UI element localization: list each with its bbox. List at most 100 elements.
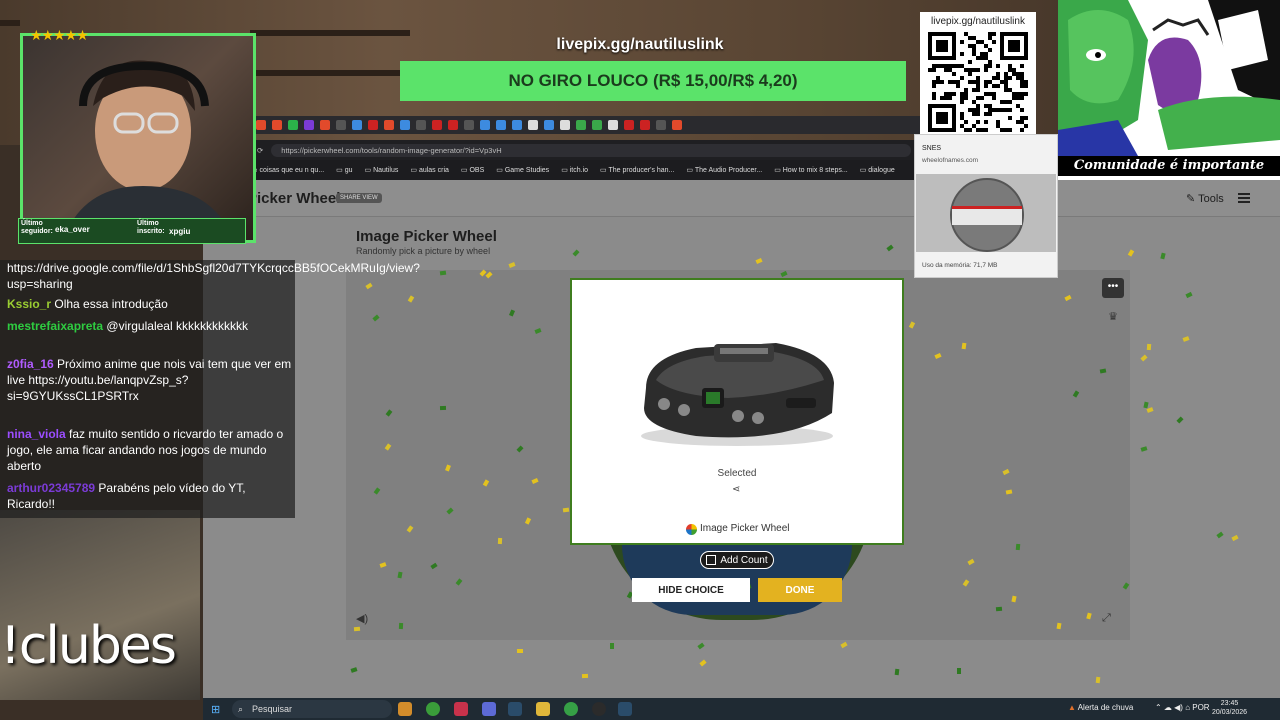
- bookmark-item[interactable]: ▭ The producer's han...: [600, 166, 674, 174]
- browser-tab[interactable]: [416, 120, 426, 130]
- browser-tab[interactable]: [432, 120, 442, 130]
- browser-tab[interactable]: [400, 120, 410, 130]
- chrome-icon[interactable]: [426, 702, 440, 716]
- browser-tab[interactable]: [512, 120, 522, 130]
- browser-tab[interactable]: [576, 120, 586, 130]
- browser-tab[interactable]: [336, 120, 346, 130]
- follower-box: Último seguidor: eka_over Último inscrit…: [18, 218, 246, 244]
- browser-tab[interactable]: [592, 120, 602, 130]
- url-field[interactable]: https://pickerwheel.com/tools/random-ima…: [271, 143, 912, 157]
- done-button[interactable]: DONE: [758, 578, 842, 602]
- tools-label: Tools: [1198, 193, 1224, 205]
- tray-icons[interactable]: ⌃ ☁ ◀) ⌂: [1155, 703, 1192, 712]
- taskview-icon[interactable]: [398, 702, 412, 716]
- browser-tab[interactable]: [528, 120, 538, 130]
- browser-tab[interactable]: [320, 120, 330, 130]
- confetti-piece: [956, 668, 961, 675]
- trophy-icon[interactable]: ♛: [1102, 307, 1124, 327]
- browser-tab[interactable]: [448, 120, 458, 130]
- chat-message: Kssio_r Olha essa introdução: [7, 296, 292, 312]
- last-sub-name: xpgiu: [169, 227, 191, 236]
- browser-tab[interactable]: [480, 120, 490, 130]
- chat-text: @virgulaleal kkkkkkkkkkkk: [106, 319, 248, 333]
- address-bar[interactable]: ⟳ https://pickerwheel.com/tools/random-i…: [247, 140, 917, 160]
- hide-choice-button[interactable]: HIDE CHOICE: [632, 578, 750, 602]
- checkbox-icon[interactable]: [706, 555, 717, 565]
- chat-username: nina_viola: [7, 427, 66, 441]
- chat-message: arthur02345789 Parabéns pelo vídeo do YT…: [7, 480, 292, 512]
- browser-tab[interactable]: [256, 120, 266, 130]
- browser-tab[interactable]: [384, 120, 394, 130]
- selected-image-n64-console: [641, 343, 834, 446]
- popup-title: SNES: [922, 145, 942, 152]
- browser-tab[interactable]: [288, 120, 298, 130]
- discord-icon[interactable]: [482, 702, 496, 716]
- giro-banner: NO GIRO LOUCO (R$ 15,00/R$ 4,20): [400, 61, 906, 101]
- site-logo[interactable]: Picker Wheel: [247, 190, 340, 207]
- warning-icon: ▲: [1068, 703, 1078, 712]
- hamburger-menu-icon[interactable]: [1238, 193, 1250, 203]
- browser-tab[interactable]: [640, 120, 650, 130]
- taskbar-clock[interactable]: 23:45 20/03/2026: [1212, 699, 1247, 717]
- confetti-piece: [1010, 595, 1017, 603]
- sound-icon[interactable]: ◀): [356, 612, 368, 625]
- bookmark-item[interactable]: ▭ coisas que eu n qu...: [251, 166, 324, 174]
- star-rating: ★★★★★: [30, 27, 89, 43]
- language-indicator[interactable]: POR: [1192, 703, 1209, 712]
- system-tray[interactable]: ⌃ ☁ ◀) ⌂ POR: [1155, 703, 1210, 712]
- bookmark-item[interactable]: ▭ dialogue: [860, 166, 895, 174]
- browser-tab[interactable]: [544, 120, 554, 130]
- chat-username: arthur02345789: [7, 481, 96, 495]
- share-icon[interactable]: ⋖: [732, 484, 740, 495]
- bookmark-item[interactable]: ▭ itch.io: [561, 166, 588, 174]
- browser-tab[interactable]: [608, 120, 618, 130]
- browser-tab[interactable]: [464, 120, 474, 130]
- weather-alert[interactable]: ▲ Alerta de chuva: [1068, 703, 1133, 712]
- bookmark-item[interactable]: ▭ OBS: [461, 166, 484, 174]
- browser-tab[interactable]: [656, 120, 666, 130]
- bookmark-item[interactable]: ▭ The Audio Producer...: [686, 166, 762, 174]
- confetti-piece: [582, 673, 589, 678]
- bookmark-item[interactable]: ▭ Nautilus: [365, 166, 399, 174]
- steam2-icon[interactable]: [618, 702, 632, 716]
- taskbar-search[interactable]: ⌕ Pesquisar: [232, 700, 392, 718]
- reload-icon[interactable]: ⟳: [257, 146, 263, 155]
- confetti-piece: [497, 538, 503, 545]
- more-options-button[interactable]: •••: [1102, 278, 1124, 298]
- windows-start-icon[interactable]: ⊞: [211, 703, 220, 716]
- browser-tab[interactable]: [624, 120, 634, 130]
- chat-overlay: https://drive.google.com/file/d/1ShbSgfl…: [0, 260, 420, 518]
- fullscreen-icon[interactable]: ⤢: [1102, 612, 1111, 625]
- confetti-piece: [353, 626, 361, 632]
- chat-message: mestrefaixapreta @virgulaleal kkkkkkkkkk…: [7, 318, 292, 334]
- folder-icon[interactable]: [536, 702, 550, 716]
- bookmark-item[interactable]: ▭ gu: [336, 166, 352, 174]
- bookmark-item[interactable]: ▭ How to mix 8 steps...: [774, 166, 848, 174]
- vivaldi-icon[interactable]: [454, 702, 468, 716]
- browser-tab[interactable]: [560, 120, 570, 130]
- chrome-active-icon[interactable]: [564, 702, 578, 716]
- confetti-piece: [563, 507, 570, 512]
- obs-icon[interactable]: [592, 702, 606, 716]
- clock-time: 23:45: [1220, 700, 1239, 707]
- popup-memory-usage: Uso da memória: 71,7 MB: [922, 262, 998, 269]
- qr-code-icon: [928, 32, 1028, 132]
- browser-tab[interactable]: [368, 120, 378, 130]
- browser-tab[interactable]: [304, 120, 314, 130]
- clock-date: 20/03/2026: [1212, 709, 1248, 716]
- browser-tab[interactable]: [272, 120, 282, 130]
- modal-brand-label: Image Picker Wheel: [700, 523, 790, 534]
- browser-tab[interactable]: [352, 120, 362, 130]
- chat-username: z0fia_16: [7, 357, 54, 371]
- bookmark-item[interactable]: ▭ aulas cria: [410, 166, 449, 174]
- confetti-piece: [610, 643, 615, 650]
- tools-menu[interactable]: ✎ Tools: [1186, 192, 1224, 205]
- steam-icon[interactable]: [508, 702, 522, 716]
- browser-tab-bar: [250, 116, 930, 134]
- chat-message: https://drive.google.com/file/d/1ShbSgfl…: [7, 260, 420, 292]
- last-sub-label: Último inscrito:: [137, 220, 165, 235]
- browser-tab[interactable]: [672, 120, 682, 130]
- browser-tab[interactable]: [496, 120, 506, 130]
- add-count-toggle[interactable]: Add Count: [700, 551, 774, 569]
- bookmark-item[interactable]: ▭ Game Studies: [496, 166, 549, 174]
